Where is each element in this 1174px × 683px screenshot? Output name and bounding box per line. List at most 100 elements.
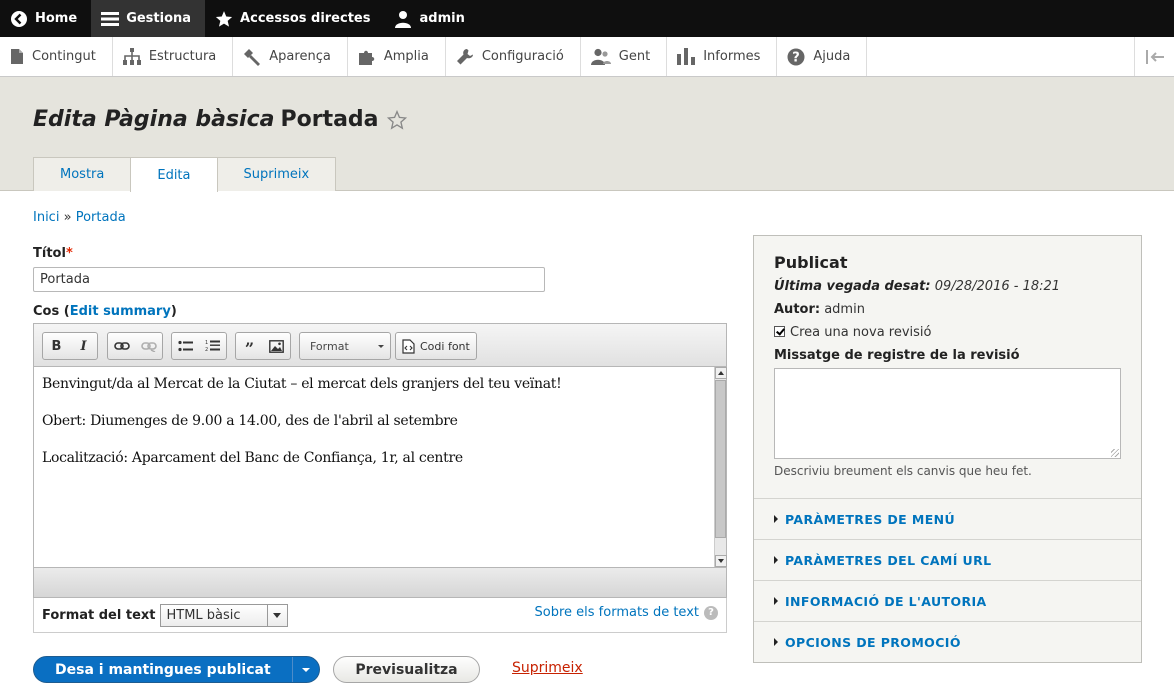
- new-revision-checkbox[interactable]: [774, 326, 785, 337]
- page-title-prefix: Edita Pàgina bàsica: [33, 107, 275, 132]
- body-label-text: Cos: [33, 304, 60, 319]
- tab-view[interactable]: Mostra: [33, 157, 132, 191]
- tray-item-reports[interactable]: Informes: [667, 37, 778, 76]
- save-button[interactable]: Desa i mantingues publicat: [33, 656, 320, 683]
- editor-group-media: ”: [235, 332, 291, 360]
- toolbar-shortcuts[interactable]: Accessos directes: [205, 0, 384, 37]
- publish-status-title: Publicat: [774, 253, 848, 272]
- help-icon: ?: [787, 48, 805, 65]
- title-label: Títol*: [33, 246, 73, 261]
- caret-right-icon: [774, 597, 778, 605]
- toolbar-user[interactable]: admin: [384, 0, 478, 37]
- blockquote-button[interactable]: ”: [236, 333, 263, 359]
- scroll-up-button[interactable]: [715, 367, 727, 379]
- puzzle-icon: [358, 50, 375, 65]
- author-line: Autor: admin: [774, 302, 865, 317]
- caret-right-icon: [774, 638, 778, 646]
- revision-log-label: Missatge de registre de la revisió: [774, 348, 1020, 363]
- last-saved-label: Última vegada desat:: [774, 279, 931, 294]
- page-header: Edita Pàgina bàsica Portada Mostra Edita…: [0, 77, 1174, 192]
- save-options-toggle[interactable]: [292, 657, 319, 682]
- tray-item-label: Configuració: [481, 49, 564, 64]
- title-input-value: Portada: [40, 272, 90, 287]
- format-dropdown[interactable]: Format: [299, 332, 391, 360]
- file-icon: [11, 49, 23, 64]
- menu-settings-section[interactable]: PARÀMETRES DE MENÚ: [754, 498, 1141, 539]
- url-alias-section[interactable]: PARÀMETRES DEL CAMÍ URL: [754, 539, 1141, 580]
- toolbar-home[interactable]: Home: [0, 0, 91, 37]
- authoring-info-section[interactable]: INFORMACIÓ DE L'AUTORIA: [754, 580, 1141, 621]
- revision-log-textarea[interactable]: [774, 368, 1121, 459]
- meta-sidebar: Publicat Última vegada desat: 09/28/2016…: [753, 235, 1142, 663]
- tray-item-content[interactable]: Contingut: [0, 37, 113, 76]
- author-value: admin: [824, 302, 865, 317]
- numbered-list-button[interactable]: 12: [199, 333, 226, 359]
- brush-icon: [244, 48, 261, 66]
- menu-icon: [101, 11, 120, 26]
- title-input[interactable]: Portada: [33, 267, 545, 292]
- text-format-row: Format del text HTML bàsic Sobre els for…: [33, 598, 727, 633]
- editor-group-lists: 12: [171, 332, 227, 360]
- revision-log-label-text: Missatge de registre de la revisió: [774, 348, 1020, 363]
- svg-text:1: 1: [205, 340, 208, 346]
- tray-item-appearance[interactable]: Aparença: [233, 37, 348, 76]
- tab-edit[interactable]: Edita: [130, 157, 218, 192]
- link-button[interactable]: [108, 333, 135, 359]
- tray-item-extend[interactable]: Amplia: [348, 37, 446, 76]
- link-icon: [113, 342, 130, 350]
- tray-item-people[interactable]: Gent: [581, 37, 668, 76]
- bold-button[interactable]: B: [43, 333, 70, 359]
- tray-item-label: Estructura: [148, 49, 217, 64]
- admin-toolbar: Home Gestiona Accessos directes admin: [0, 0, 1174, 37]
- numbered-list-icon: 12: [205, 340, 220, 353]
- text-format-help-link[interactable]: Sobre els formats de text ?: [535, 605, 718, 620]
- promotion-options-section[interactable]: OPCIONS DE PROMOCIÓ: [754, 621, 1141, 662]
- breadcrumb: Inici » Portada: [33, 210, 126, 225]
- format-dropdown-label: Format: [310, 339, 349, 353]
- author-label: Autor:: [774, 302, 821, 317]
- scroll-up-icon: [718, 371, 724, 375]
- shortcut-star-icon[interactable]: [386, 109, 407, 130]
- user-icon: [395, 10, 412, 28]
- breadcrumb-home-link[interactable]: Inici: [33, 210, 59, 225]
- blockquote-icon: ”: [244, 339, 255, 358]
- scroll-thumb[interactable]: [715, 380, 726, 538]
- tray-item-label: Amplia: [383, 49, 429, 64]
- tray-item-configuration[interactable]: Configuració: [446, 37, 581, 76]
- text-format-select[interactable]: HTML bàsic: [159, 603, 288, 627]
- last-saved-value: 09/28/2016 - 18:21: [934, 279, 1061, 294]
- text-format-help-label: Sobre els formats de text: [534, 605, 699, 620]
- editor-group-links: [107, 332, 163, 360]
- tray-item-label: Informes: [703, 49, 761, 64]
- tray-item-help[interactable]: ? Ajuda: [777, 37, 868, 76]
- revision-log-description: Descriviu breument els canvis que heu fe…: [774, 464, 1032, 478]
- resize-grip-icon[interactable]: [1111, 449, 1119, 457]
- editor-content-area[interactable]: Benvingut/da al Mercat de la Ciutat – el…: [34, 367, 714, 567]
- people-icon: [590, 48, 611, 65]
- breadcrumb-separator: »: [63, 210, 72, 225]
- bold-icon: B: [51, 338, 62, 354]
- tray-item-structure[interactable]: Estructura: [113, 37, 234, 76]
- section-label: PARÀMETRES DE MENÚ: [785, 511, 956, 527]
- tray-item-label: Aparença: [269, 49, 331, 64]
- delete-link[interactable]: Suprimeix: [512, 660, 583, 676]
- unlink-button[interactable]: [135, 333, 162, 359]
- italic-button[interactable]: I: [70, 333, 97, 359]
- editor-scrollbar[interactable]: [714, 367, 727, 567]
- image-button[interactable]: [263, 333, 290, 359]
- section-label: OPCIONS DE PROMOCIÓ: [785, 634, 961, 650]
- question-icon: ?: [704, 605, 718, 620]
- new-revision-option[interactable]: Crea una nova revisió: [774, 325, 932, 340]
- toolbar-manage[interactable]: Gestiona: [91, 0, 206, 37]
- tray-orientation-toggle[interactable]: [1134, 37, 1174, 76]
- editor-paragraph: Localització: Aparcament del Banc de Con…: [42, 450, 463, 466]
- required-marker: *: [65, 246, 73, 261]
- preview-button[interactable]: Previsualitza: [333, 656, 480, 683]
- edit-summary-link[interactable]: Edit summary: [70, 304, 171, 319]
- tab-delete[interactable]: Suprimeix: [216, 157, 337, 191]
- breadcrumb-current-link[interactable]: Portada: [76, 210, 126, 225]
- scroll-down-button[interactable]: [715, 555, 727, 567]
- bulleted-list-button[interactable]: [172, 333, 199, 359]
- editor-paragraph: Benvingut/da al Mercat de la Ciutat – el…: [42, 376, 562, 392]
- source-button[interactable]: Codi font: [395, 332, 477, 360]
